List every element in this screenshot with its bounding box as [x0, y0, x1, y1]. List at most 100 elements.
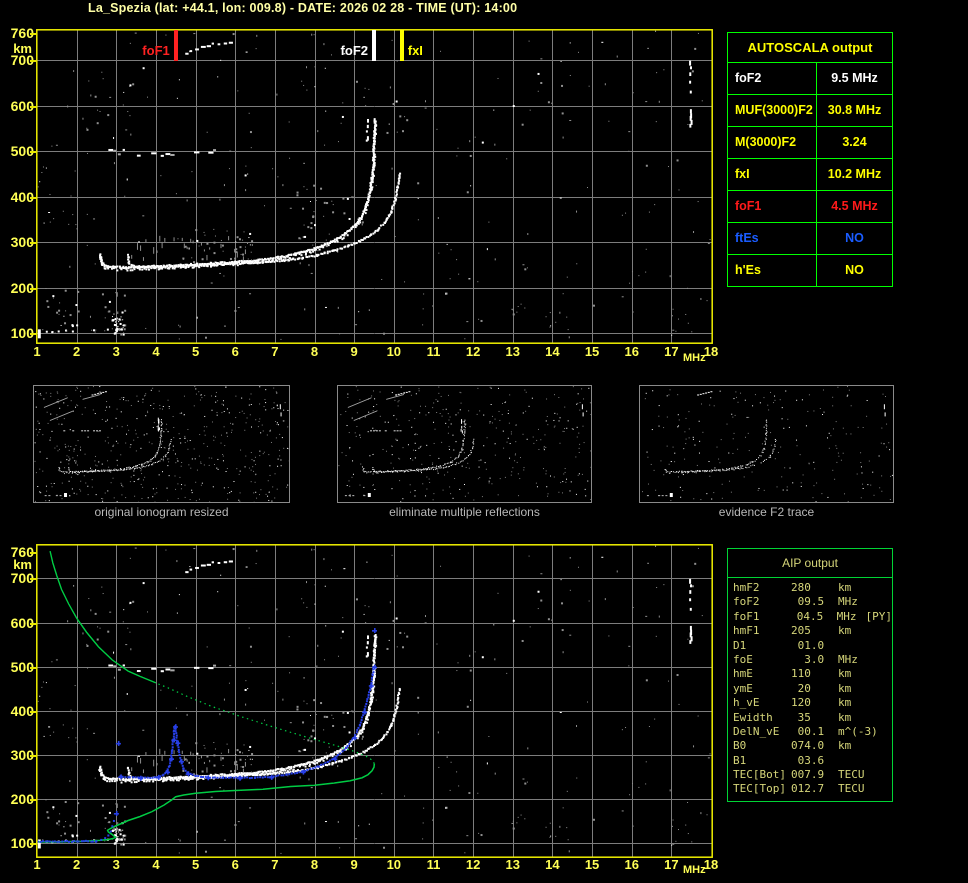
aip-row-foF2: foF2 09.5MHz — [733, 595, 892, 609]
y-tick-mark-500 — [30, 151, 36, 153]
aip-un: km — [838, 696, 851, 710]
autoscala-label: M(3000)F2 — [728, 127, 816, 158]
aip-lab: h_vE — [733, 696, 791, 710]
y-tick-mark-200 — [30, 288, 36, 290]
autoscala-label: ftEs — [728, 223, 816, 254]
aip-val: 012.7 — [791, 782, 827, 796]
autoscala-row-M(3000)F2: M(3000)F23.24 — [728, 126, 892, 158]
autoscala-label: h'Es — [728, 255, 816, 286]
y-tick-mark-100 — [30, 333, 36, 335]
autoscala-output-page: La_Spezia (lat: +44.1, lon: 009.8) - DAT… — [0, 0, 968, 883]
aip-un: km — [838, 624, 851, 638]
bottom-plot-x-unit-label: MHz — [683, 864, 706, 876]
x-tick-label-1: 1 — [26, 344, 48, 359]
autoscala-value: NO — [816, 255, 892, 286]
aip-table-title: AIP output — [728, 549, 892, 578]
x-tick-label-3: 3 — [105, 344, 127, 359]
aip-val: 03.6 — [791, 754, 827, 768]
x-tick-label-10: 10 — [383, 344, 405, 359]
aip-row-foE: foE 3.0MHz — [733, 653, 892, 667]
aip-output-table: AIP output hmF2280 kmfoF2 09.5MHzfoF1 04… — [727, 548, 893, 802]
autoscala-table-rows: foF29.5 MHzMUF(3000)F230.8 MHzM(3000)F23… — [728, 62, 892, 286]
autoscala-value: 4.5 MHz — [816, 191, 892, 222]
x-tick-label-16: 16 — [621, 344, 643, 359]
autoscala-row-h'Es: h'EsNO — [728, 254, 892, 286]
aip-un: km — [838, 682, 851, 696]
aip-lab: hmF1 — [733, 624, 791, 638]
autoscala-output-table: AUTOSCALA output foF29.5 MHzMUF(3000)F23… — [727, 32, 893, 287]
aip-row-h_vE: h_vE120 km — [733, 696, 892, 710]
aip-lab: hmE — [733, 667, 791, 681]
aip-row-B1: B1 03.6 — [733, 754, 892, 768]
y-tick-mark-700 — [30, 60, 36, 62]
autoscala-label: MUF(3000)F2 — [728, 95, 816, 126]
aip-lab: D1 — [733, 639, 791, 653]
bottom-plot-y-unit-label: km — [2, 557, 32, 572]
autoscala-value: 9.5 MHz — [816, 63, 892, 94]
x-tick-label-14: 14 — [541, 857, 563, 872]
aip-row-hmE: hmE110 km — [733, 667, 892, 681]
x-tick-label-12: 12 — [462, 857, 484, 872]
x-tick-label-15: 15 — [581, 857, 603, 872]
y-tick-mark-600 — [30, 106, 36, 108]
aip-lab: foF1 — [733, 610, 790, 624]
aip-row-B0: B0074.0 km — [733, 739, 892, 753]
page-title: La_Spezia (lat: +44.1, lon: 009.8) - DAT… — [88, 1, 517, 15]
thumbnail-canvas-evidence-f2-trace — [639, 385, 894, 503]
aip-un: km — [838, 739, 851, 753]
x-tick-label-6: 6 — [224, 857, 246, 872]
aip-lab: hmF2 — [733, 581, 791, 595]
autoscala-row-fxI: fxI10.2 MHz — [728, 158, 892, 190]
main-ionogram-canvas — [36, 29, 713, 344]
x-tick-label-13: 13 — [502, 857, 524, 872]
y-tick-mark-600 — [30, 623, 36, 625]
aip-row-ymE: ymE 20 km — [733, 682, 892, 696]
aip-lab: ymE — [733, 682, 791, 696]
x-tick-label-7: 7 — [264, 344, 286, 359]
x-tick-label-17: 17 — [660, 857, 682, 872]
x-tick-label-2: 2 — [66, 857, 88, 872]
aip-lab: DelN_vE — [733, 725, 791, 739]
aip-row-foF1: foF1 04.5MHz[PY] — [733, 610, 892, 624]
x-tick-label-9: 9 — [343, 344, 365, 359]
x-tick-label-12: 12 — [462, 344, 484, 359]
autoscala-label: foF1 — [728, 191, 816, 222]
y-tick-mark-300 — [30, 242, 36, 244]
fxI-marker-line — [400, 30, 404, 61]
autoscala-row-MUF(3000)F2: MUF(3000)F230.8 MHz — [728, 94, 892, 126]
x-tick-label-11: 11 — [422, 344, 444, 359]
autoscala-table-title: AUTOSCALA output — [728, 33, 892, 62]
aip-un: km — [838, 667, 851, 681]
aip-row-Ewidth: Ewidth 35 km — [733, 711, 892, 725]
x-tick-label-17: 17 — [660, 344, 682, 359]
aip-row-hmF2: hmF2280 km — [733, 581, 892, 595]
x-tick-label-10: 10 — [383, 857, 405, 872]
aip-lab: foE — [733, 653, 791, 667]
x-tick-label-8: 8 — [304, 344, 326, 359]
aip-un: TECU — [838, 768, 865, 782]
aip-val: 205 — [791, 624, 827, 638]
autoscala-value: NO — [816, 223, 892, 254]
autoscala-label: foF2 — [728, 63, 816, 94]
autoscala-value: 3.24 — [816, 127, 892, 158]
aip-lab: B0 — [733, 739, 791, 753]
x-tick-label-4: 4 — [145, 344, 167, 359]
aip-val: 007.9 — [791, 768, 827, 782]
aip-val: 35 — [791, 711, 827, 725]
autoscala-row-foF1: foF14.5 MHz — [728, 190, 892, 222]
aip-val: 20 — [791, 682, 827, 696]
aip-val: 074.0 — [791, 739, 827, 753]
aip-val: 110 — [791, 667, 827, 681]
aip-un: MHz — [838, 595, 858, 609]
aip-row-TEC[Top]: TEC[Top]012.7TECU — [733, 782, 892, 796]
foF2-marker-line — [372, 30, 376, 61]
aip-row-DelN_vE: DelN_vE 00.1m^(-3) — [733, 725, 892, 739]
autoscala-row-ftEs: ftEsNO — [728, 222, 892, 254]
x-tick-label-1: 1 — [26, 857, 48, 872]
thumbnail-caption-eliminate: eliminate multiple reflections — [337, 505, 592, 519]
aip-un: km — [838, 581, 851, 595]
foF2-marker-label: foF2 — [328, 43, 368, 58]
aip-val: 00.1 — [791, 725, 827, 739]
y-tick-mark-760 — [30, 552, 36, 554]
autoscala-value: 30.8 MHz — [816, 95, 892, 126]
